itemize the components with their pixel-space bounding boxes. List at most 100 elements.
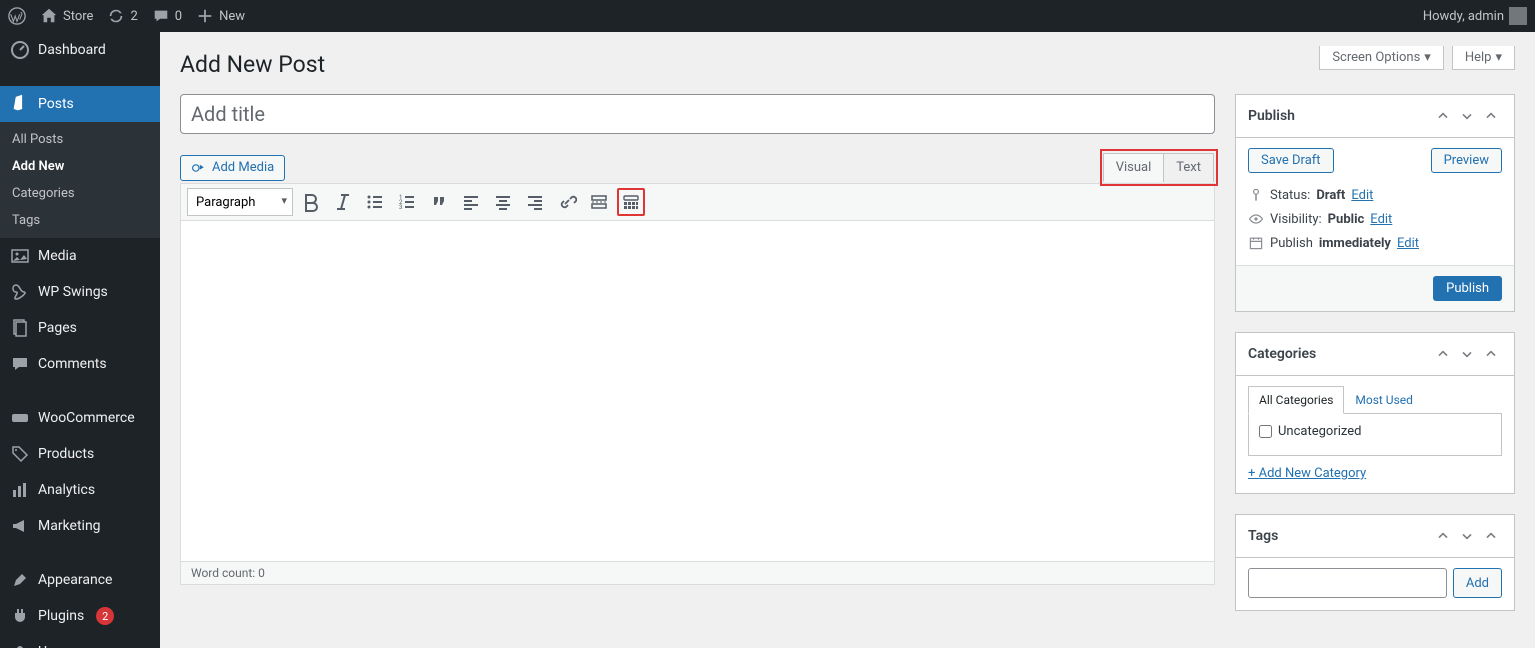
- toolbar-toggle-button[interactable]: [617, 188, 645, 216]
- menu-wpswings[interactable]: WP Swings: [0, 274, 160, 310]
- categories-heading[interactable]: Categories: [1236, 333, 1514, 376]
- post-title-input[interactable]: [180, 94, 1215, 134]
- editor-tab-text[interactable]: Text: [1163, 153, 1214, 182]
- preview-button[interactable]: Preview: [1431, 148, 1502, 173]
- publish-heading[interactable]: Publish: [1236, 95, 1514, 138]
- category-list: Uncategorized: [1248, 414, 1502, 456]
- move-up-icon[interactable]: [1432, 343, 1454, 365]
- menu-posts[interactable]: Posts: [0, 86, 160, 122]
- editor-box: Paragraph 123 Word count:: [180, 183, 1215, 585]
- tags-postbox: Tags Add: [1235, 514, 1515, 611]
- new-label: New: [219, 9, 245, 24]
- menu-label: Media: [38, 248, 77, 264]
- editor-tabs-highlight: Visual Text: [1103, 152, 1215, 183]
- publish-postbox: Publish Save Draft Preview Status: Draft: [1235, 94, 1515, 312]
- admin-bar: Store 2 0 New Howdy, admin: [0, 0, 1535, 32]
- svg-text:3: 3: [399, 204, 402, 211]
- toggle-icon[interactable]: [1480, 343, 1502, 365]
- tags-heading[interactable]: Tags: [1236, 515, 1514, 558]
- posts-submenu: All Posts Add New Categories Tags: [0, 122, 160, 238]
- chevron-down-icon: ▾: [1424, 50, 1431, 65]
- main-content: Screen Options ▾ Help ▾ Add New Post Add…: [160, 0, 1535, 648]
- menu-label: Posts: [38, 96, 74, 112]
- bullet-list-button[interactable]: [361, 188, 389, 216]
- menu-label: Marketing: [38, 518, 101, 534]
- menu-users[interactable]: Users: [0, 634, 160, 648]
- menu-label: WP Swings: [38, 284, 108, 300]
- tags-input[interactable]: [1248, 568, 1447, 598]
- move-up-icon[interactable]: [1432, 525, 1454, 547]
- submenu-add-new[interactable]: Add New: [0, 153, 160, 180]
- editor-tab-visual[interactable]: Visual: [1103, 153, 1165, 182]
- menu-analytics[interactable]: Analytics: [0, 472, 160, 508]
- edit-status-link[interactable]: Edit: [1351, 188, 1373, 203]
- updates-link[interactable]: 2: [107, 7, 137, 25]
- bold-button[interactable]: [297, 188, 325, 216]
- menu-appearance[interactable]: Appearance: [0, 562, 160, 598]
- add-media-label: Add Media: [212, 160, 274, 175]
- site-name-link[interactable]: Store: [40, 7, 93, 25]
- menu-pages[interactable]: Pages: [0, 310, 160, 346]
- new-content-link[interactable]: New: [196, 7, 245, 25]
- submenu-all-posts[interactable]: All Posts: [0, 126, 160, 153]
- submenu-categories[interactable]: Categories: [0, 180, 160, 207]
- align-center-button[interactable]: [489, 188, 517, 216]
- move-down-icon[interactable]: [1456, 343, 1478, 365]
- help-button[interactable]: Help ▾: [1452, 46, 1515, 70]
- admin-sidebar: Dashboard Posts All Posts Add New Catego…: [0, 32, 160, 648]
- quote-button[interactable]: [425, 188, 453, 216]
- categories-postbox: Categories All Categories Most Used: [1235, 332, 1515, 494]
- menu-label: Plugins: [38, 608, 84, 624]
- help-label: Help: [1465, 50, 1492, 65]
- status-row: Status: Draft Edit: [1248, 183, 1502, 207]
- category-item[interactable]: Uncategorized: [1259, 424, 1491, 439]
- align-left-button[interactable]: [457, 188, 485, 216]
- tags-add-button[interactable]: Add: [1453, 568, 1502, 598]
- link-button[interactable]: [553, 188, 581, 216]
- editor-toolbar: Paragraph 123: [181, 184, 1214, 221]
- updates-count: 2: [130, 9, 137, 24]
- menu-dashboard[interactable]: Dashboard: [0, 32, 160, 68]
- submenu-tags[interactable]: Tags: [0, 207, 160, 234]
- menu-marketing[interactable]: Marketing: [0, 508, 160, 544]
- category-tab-used[interactable]: Most Used: [1344, 386, 1424, 414]
- menu-label: Appearance: [38, 572, 112, 588]
- readmore-button[interactable]: [585, 188, 613, 216]
- wp-logo-icon[interactable]: [8, 7, 26, 25]
- menu-products[interactable]: Products: [0, 436, 160, 472]
- numbered-list-button[interactable]: 123: [393, 188, 421, 216]
- howdy-link[interactable]: Howdy, admin: [1423, 7, 1527, 25]
- tags-title-label: Tags: [1248, 528, 1278, 544]
- add-new-category-link[interactable]: + Add New Category: [1248, 466, 1366, 481]
- toggle-icon[interactable]: [1480, 525, 1502, 547]
- menu-label: Users: [38, 644, 74, 648]
- editor-content[interactable]: [181, 221, 1214, 561]
- menu-comments[interactable]: Comments: [0, 346, 160, 382]
- edit-schedule-link[interactable]: Edit: [1397, 236, 1419, 251]
- publish-button[interactable]: Publish: [1433, 276, 1502, 301]
- menu-media[interactable]: Media: [0, 238, 160, 274]
- move-up-icon[interactable]: [1432, 105, 1454, 127]
- screen-options-button[interactable]: Screen Options ▾: [1319, 46, 1444, 70]
- plugins-badge: 2: [96, 607, 114, 625]
- howdy-label: Howdy, admin: [1423, 9, 1504, 24]
- edit-visibility-link[interactable]: Edit: [1370, 212, 1392, 227]
- category-label: Uncategorized: [1278, 424, 1361, 439]
- save-draft-button[interactable]: Save Draft: [1248, 148, 1334, 173]
- format-select[interactable]: Paragraph: [187, 188, 293, 216]
- visibility-row: Visibility: Public Edit: [1248, 207, 1502, 231]
- align-right-button[interactable]: [521, 188, 549, 216]
- schedule-row: Publish immediately Edit: [1248, 231, 1502, 255]
- add-media-button[interactable]: Add Media: [180, 155, 285, 181]
- comments-count: 0: [175, 9, 182, 24]
- move-down-icon[interactable]: [1456, 525, 1478, 547]
- site-name-label: Store: [63, 9, 93, 24]
- comments-link[interactable]: 0: [152, 7, 182, 25]
- move-down-icon[interactable]: [1456, 105, 1478, 127]
- menu-plugins[interactable]: Plugins 2: [0, 598, 160, 634]
- category-tab-all[interactable]: All Categories: [1248, 386, 1344, 414]
- italic-button[interactable]: [329, 188, 357, 216]
- menu-woocommerce[interactable]: WooCommerce: [0, 400, 160, 436]
- toggle-icon[interactable]: [1480, 105, 1502, 127]
- category-checkbox[interactable]: [1259, 425, 1272, 438]
